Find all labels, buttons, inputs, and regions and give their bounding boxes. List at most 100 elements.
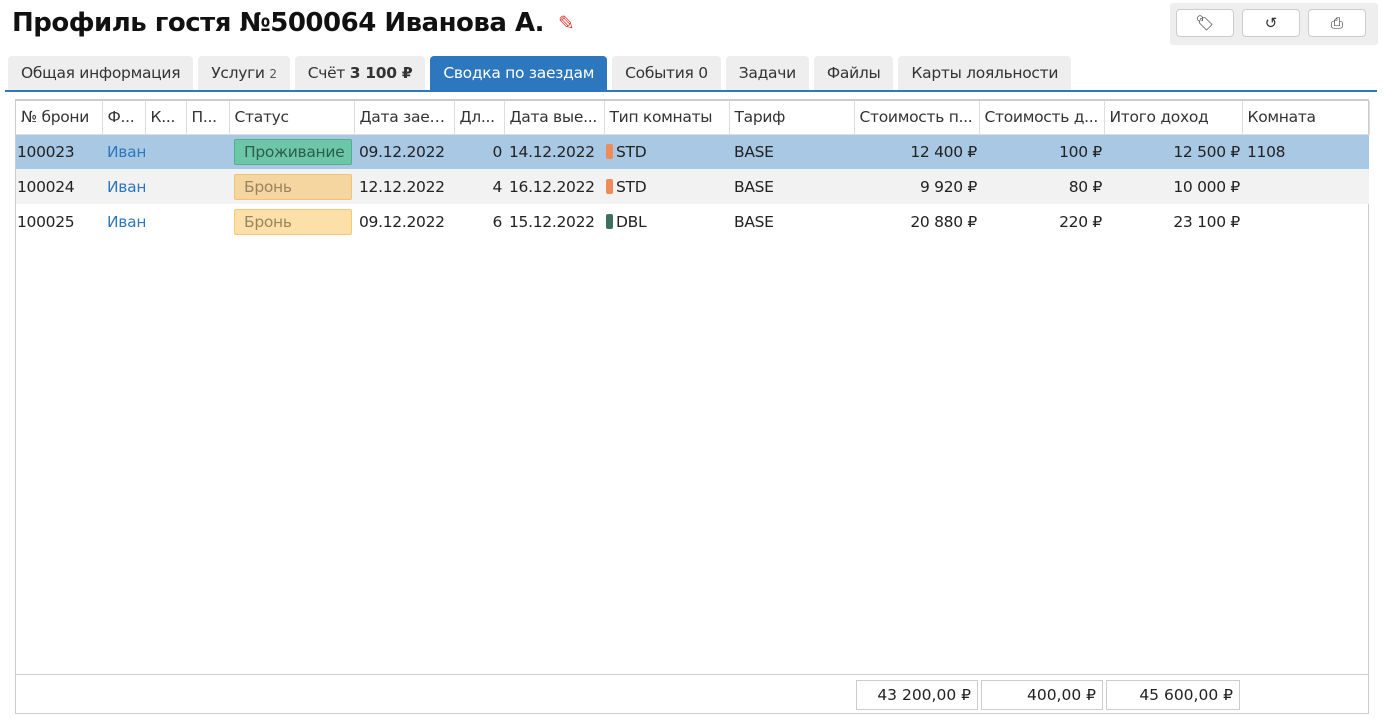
room-type-color-marker — [606, 143, 613, 159]
room-type-color-marker — [606, 178, 613, 194]
cell-status: Бронь — [229, 169, 354, 204]
cell-status: Бронь — [229, 204, 354, 239]
tags-icon: 🏷 — [1195, 15, 1215, 32]
cell-cost-extra: 80 ₽ — [979, 169, 1104, 204]
column-header[interactable]: Тариф — [729, 101, 855, 135]
column-header[interactable]: № брони — [16, 101, 103, 135]
tab-tasks[interactable]: Задачи — [725, 56, 809, 90]
stays-table: № брони Ф... К... П... Статус Дата заез... Дл.… — [16, 101, 1370, 239]
cell-room — [1242, 204, 1369, 239]
tab-bar: Общая информация Услуги 2 Счёт 3 100 ₽ С… — [8, 56, 1072, 90]
cell-cost-room: 20 880 ₽ — [910, 212, 977, 231]
column-header[interactable]: П... — [186, 101, 230, 135]
tab-count: 2 — [269, 67, 277, 81]
cell-room-type: STD — [604, 134, 729, 169]
total-income: 45 600,00 ₽ — [1106, 680, 1240, 710]
tab-amount: 3 100 ₽ — [349, 64, 413, 82]
cell-total: 23 100 ₽ — [1173, 212, 1240, 231]
column-header[interactable]: К... — [145, 101, 187, 135]
cell-k — [145, 134, 186, 169]
cell-room: 1108 — [1242, 134, 1369, 169]
column-header[interactable]: Статус — [229, 101, 355, 135]
cell-p — [186, 204, 229, 239]
cell-tariff: BASE — [729, 134, 854, 169]
room-type-label: STD — [616, 142, 647, 161]
table-row[interactable]: 100023 Иван Проживание 09.12.2022 0 14.12.202… — [16, 134, 1369, 169]
edit-pencil-icon[interactable]: ✎ — [558, 11, 575, 35]
table-header-row: № брони Ф... К... П... Статус Дата заез... Дл.… — [16, 101, 1370, 135]
status-badge: Бронь — [234, 208, 352, 235]
tab-general-info[interactable]: Общая информация — [8, 56, 194, 90]
print-icon: ⎙ — [1330, 14, 1343, 32]
tab-label: Счёт — [307, 64, 346, 82]
table-row[interactable]: 100025 Иван Бронь 09.12.2022 6 15.12.2022 DBL B… — [16, 204, 1369, 239]
status-badge: Бронь — [234, 173, 352, 200]
cell-cost-extra: 100 ₽ — [979, 134, 1104, 169]
tab-label: Общая информация — [21, 64, 181, 82]
cell-departure: 16.12.2022 — [504, 169, 604, 204]
cell-arrival: 09.12.2022 — [359, 212, 445, 231]
cell-name[interactable]: Иван — [102, 169, 145, 204]
tab-label: Услуги — [211, 64, 265, 82]
column-header[interactable]: Дата заез... — [354, 101, 455, 135]
page-title: Профиль гостя №500064 Иванова А. ✎ — [12, 8, 575, 38]
tab-loyalty-cards[interactable]: Карты лояльности — [898, 56, 1072, 90]
column-header[interactable]: Дл... — [454, 101, 505, 135]
tab-invoice[interactable]: Счёт 3 100 ₽ — [294, 56, 426, 90]
tab-stays-summary[interactable]: Сводка по заездам — [430, 56, 608, 90]
page-title-text: Профиль гостя №500064 Иванова А. — [12, 8, 544, 38]
table-row[interactable]: 100024 Иван Бронь 12.12.2022 4 16.12.2022 STD B… — [16, 169, 1369, 204]
cell-room — [1242, 169, 1369, 204]
tab-files[interactable]: Файлы — [813, 56, 894, 90]
cell-cost-room: 12 400 ₽ — [854, 134, 979, 169]
cell-name[interactable]: Иван — [102, 204, 145, 239]
cell-p — [186, 169, 229, 204]
cell-tariff: BASE — [734, 212, 774, 231]
cell-k — [145, 204, 186, 239]
print-button[interactable]: ⎙ — [1308, 9, 1366, 37]
cell-name[interactable]: Иван — [102, 134, 145, 169]
history-button[interactable]: ↺ — [1242, 9, 1300, 37]
cell-room-type: STD — [604, 169, 729, 204]
tab-events[interactable]: События 0 — [612, 56, 721, 90]
cell-length: 4 — [454, 169, 504, 204]
cell-p — [186, 134, 229, 169]
cell-total: 12 500 ₽ — [1104, 134, 1242, 169]
column-header[interactable]: Стоимость п... — [854, 101, 980, 135]
tags-button[interactable]: 🏷 — [1176, 9, 1234, 37]
status-badge: Проживание — [234, 138, 352, 165]
cell-departure: 14.12.2022 — [504, 134, 604, 169]
cell-booking: 100024 — [16, 169, 102, 204]
cell-k — [145, 169, 186, 204]
column-header[interactable]: Стоимость д... — [979, 101, 1105, 135]
tab-label: Карты лояльности — [911, 64, 1059, 82]
tab-services[interactable]: Услуги 2 — [198, 56, 290, 90]
cell-cost-room: 9 920 ₽ — [854, 169, 979, 204]
column-header[interactable]: Дата вые... — [504, 101, 605, 135]
cell-length: 0 — [454, 134, 504, 169]
room-type-color-marker — [606, 213, 613, 229]
cell-arrival: 09.12.2022 — [354, 134, 454, 169]
room-type-label: DBL — [616, 212, 647, 231]
tab-underline — [5, 90, 1377, 92]
cell-booking: 100023 — [16, 134, 102, 169]
cell-total: 10 000 ₽ — [1104, 169, 1242, 204]
column-header[interactable]: Тип комнаты — [604, 101, 730, 135]
tab-label: Файлы — [826, 64, 881, 82]
cell-tariff: BASE — [729, 169, 854, 204]
total-cost-extra: 400,00 ₽ — [981, 680, 1103, 710]
cell-cost-extra: 220 ₽ — [1059, 212, 1102, 231]
total-cost-room: 43 200,00 ₽ — [856, 680, 978, 710]
column-header[interactable]: Итого доход — [1104, 101, 1243, 135]
toolbar: 🏷 ↺ ⎙ — [1170, 3, 1378, 45]
cell-departure: 15.12.2022 — [509, 212, 595, 231]
column-header[interactable]: Комната — [1242, 101, 1370, 135]
tab-label: Сводка по заездам — [443, 64, 595, 82]
tab-label: Задачи — [738, 64, 796, 82]
cell-booking: 100025 — [17, 212, 75, 231]
cell-status: Проживание — [229, 134, 354, 169]
stays-grid: № брони Ф... К... П... Статус Дата заез... Дл.… — [15, 99, 1370, 714]
tab-label: События 0 — [625, 64, 708, 82]
cell-arrival: 12.12.2022 — [354, 169, 454, 204]
column-header[interactable]: Ф... — [102, 101, 146, 135]
